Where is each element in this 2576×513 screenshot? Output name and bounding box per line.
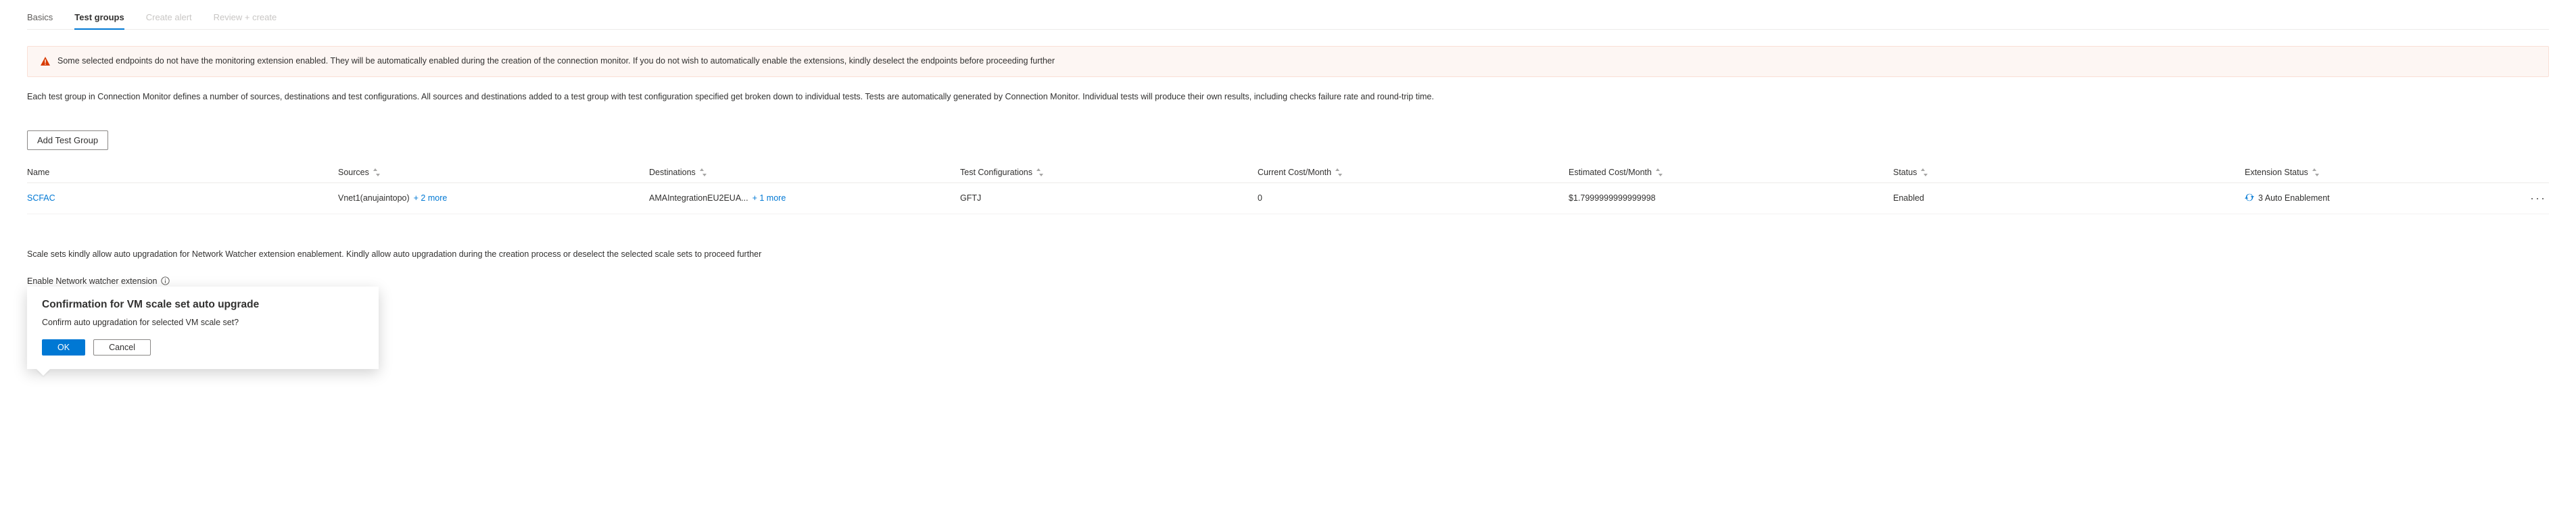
- col-extension-status[interactable]: Extension Status: [2245, 168, 2495, 177]
- row-sources-more-link[interactable]: + 2 more: [414, 193, 448, 203]
- sync-icon: [2245, 193, 2254, 204]
- col-status[interactable]: Status: [1893, 168, 2245, 177]
- dialog-actions: OK Cancel: [42, 339, 364, 356]
- row-estimated-cost: $1.7999999999999998: [1569, 193, 1893, 203]
- sort-icon: [1036, 168, 1043, 176]
- col-destinations[interactable]: Destinations: [649, 168, 960, 177]
- col-current-cost-label: Current Cost/Month: [1258, 168, 1331, 177]
- tab-basics[interactable]: Basics: [27, 7, 53, 29]
- wizard-tabs: Basics Test groups Create alert Review +…: [27, 7, 2549, 30]
- col-current-cost[interactable]: Current Cost/Month: [1258, 168, 1569, 177]
- row-current-cost: 0: [1258, 193, 1569, 203]
- sort-icon: [700, 168, 707, 176]
- row-status: Enabled: [1893, 193, 2245, 203]
- col-test-configs[interactable]: Test Configurations: [960, 168, 1258, 177]
- sort-icon: [1335, 168, 1342, 176]
- row-actions-menu[interactable]: ···: [2495, 191, 2549, 205]
- info-icon[interactable]: [161, 276, 170, 285]
- confirm-dialog: Confirmation for VM scale set auto upgra…: [27, 287, 379, 369]
- page-description: Each test group in Connection Monitor de…: [27, 91, 2549, 103]
- dialog-message: Confirm auto upgradation for selected VM…: [42, 318, 364, 327]
- warning-icon: [40, 56, 51, 67]
- col-extension-status-label: Extension Status: [2245, 168, 2308, 177]
- row-destinations: AMAIntegrationEU2EUA... + 1 more: [649, 193, 960, 203]
- col-estimated-cost[interactable]: Estimated Cost/Month: [1569, 168, 1893, 177]
- tab-create-alert: Create alert: [146, 7, 192, 29]
- sort-icon: [373, 168, 380, 176]
- scale-set-note: Scale sets kindly allow auto upgradation…: [27, 249, 2549, 259]
- row-name-link[interactable]: SCFAC: [27, 193, 338, 203]
- warning-banner: Some selected endpoints do not have the …: [27, 46, 2549, 77]
- row-extension-status: 3 Auto Enablement: [2245, 193, 2495, 204]
- dialog-ok-button[interactable]: OK: [42, 339, 85, 356]
- enable-extension-label: Enable Network watcher extension: [27, 276, 157, 286]
- table-header: Name Sources Destinations Test Configura…: [27, 162, 2549, 183]
- sort-icon: [1921, 168, 1928, 176]
- row-sources-main: Vnet1(anujaintopo): [338, 193, 410, 203]
- row-destinations-more-link[interactable]: + 1 more: [753, 193, 786, 203]
- dialog-cancel-button[interactable]: Cancel: [93, 339, 151, 356]
- tab-review-create: Review + create: [214, 7, 277, 29]
- row-extension-status-text: 3 Auto Enablement: [2258, 193, 2330, 203]
- col-test-configs-label: Test Configurations: [960, 168, 1032, 177]
- col-estimated-cost-label: Estimated Cost/Month: [1569, 168, 1652, 177]
- warning-text: Some selected endpoints do not have the …: [57, 56, 1055, 66]
- dialog-title: Confirmation for VM scale set auto upgra…: [42, 299, 364, 311]
- col-name[interactable]: Name: [27, 168, 338, 177]
- test-groups-table: Name Sources Destinations Test Configura…: [27, 162, 2549, 214]
- sort-icon: [2312, 168, 2319, 176]
- col-sources[interactable]: Sources: [338, 168, 649, 177]
- add-test-group-button[interactable]: Add Test Group: [27, 130, 108, 150]
- sort-icon: [1656, 168, 1663, 176]
- col-destinations-label: Destinations: [649, 168, 696, 177]
- enable-extension-row: Enable Network watcher extension: [27, 276, 2549, 286]
- col-sources-label: Sources: [338, 168, 369, 177]
- tab-test-groups[interactable]: Test groups: [74, 7, 124, 29]
- row-destinations-main: AMAIntegrationEU2EUA...: [649, 193, 748, 203]
- table-row[interactable]: SCFAC Vnet1(anujaintopo) + 2 more AMAInt…: [27, 183, 2549, 214]
- row-sources: Vnet1(anujaintopo) + 2 more: [338, 193, 649, 203]
- col-name-label: Name: [27, 168, 49, 177]
- row-test-configs: GFTJ: [960, 193, 1258, 203]
- col-status-label: Status: [1893, 168, 1917, 177]
